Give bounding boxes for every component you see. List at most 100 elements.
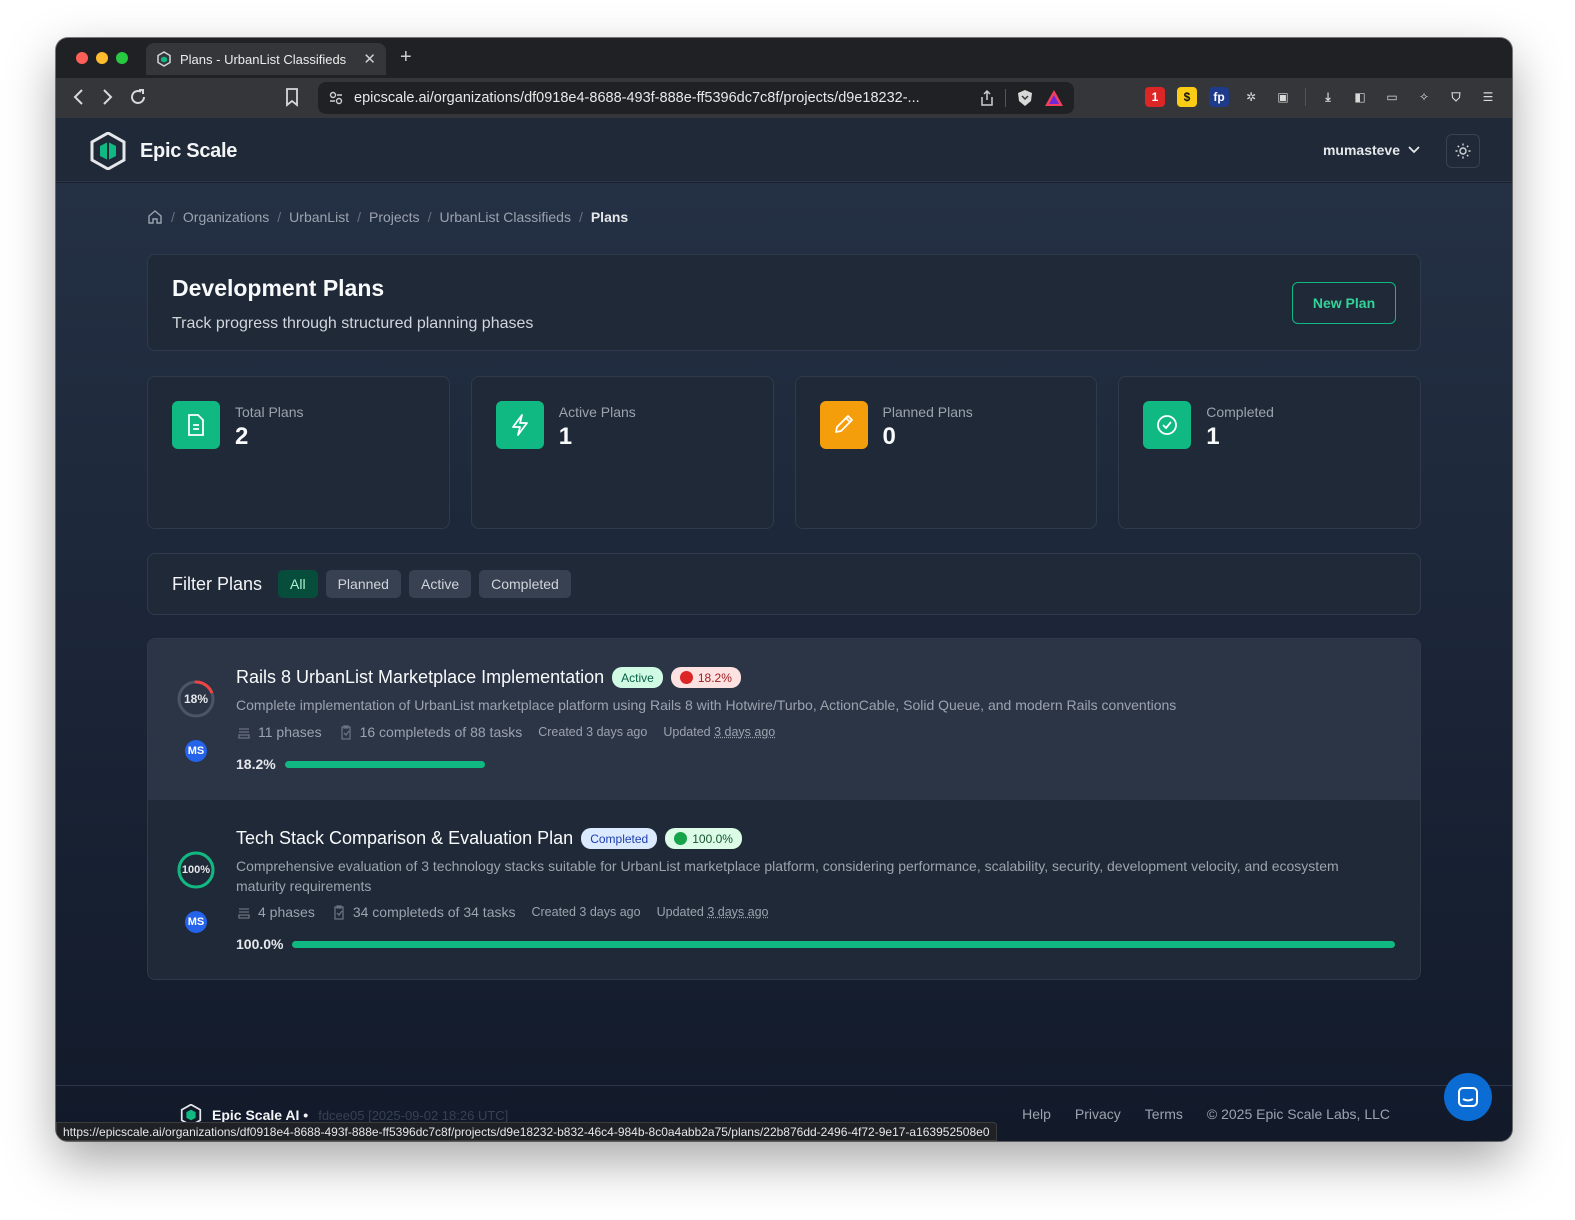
plan-title-row: Rails 8 UrbanList Marketplace Implementa… bbox=[236, 667, 741, 688]
stat-value: 0 bbox=[882, 423, 896, 450]
avatar: MS bbox=[185, 911, 207, 933]
filter-bar: Filter Plans All Planned Active Complete… bbox=[147, 553, 1421, 615]
footer-version: fdcee05 [2025-09-02 18:26 UTC] bbox=[318, 1107, 509, 1123]
share-icon[interactable] bbox=[979, 89, 995, 107]
updated-prefix: Updated bbox=[656, 905, 704, 919]
footer-terms-link[interactable]: Terms bbox=[1145, 1106, 1183, 1122]
chevron-down-icon bbox=[1408, 146, 1420, 154]
progress-ring-label: 18% bbox=[183, 692, 209, 706]
user-menu-button[interactable]: mumasteve bbox=[1323, 142, 1420, 158]
dollar-extension-icon[interactable]: $ bbox=[1177, 87, 1197, 107]
breadcrumb-urbanlist-classifieds[interactable]: UrbanList Classifieds bbox=[439, 209, 571, 225]
task-count: 34 completeds of 34 tasks bbox=[352, 904, 516, 920]
new-plan-button[interactable]: New Plan bbox=[1292, 282, 1396, 324]
chat-launcher-button[interactable] bbox=[1444, 1073, 1492, 1121]
status-badge: Completed bbox=[581, 828, 658, 849]
pencil-icon bbox=[819, 401, 868, 449]
close-tab-icon[interactable]: ✕ bbox=[363, 50, 376, 68]
theme-toggle-button[interactable] bbox=[1446, 134, 1480, 168]
maximize-window-button[interactable] bbox=[116, 52, 128, 64]
home-icon[interactable] bbox=[147, 209, 163, 225]
layers-icon bbox=[238, 728, 250, 739]
breadcrumb: / Organizations / UrbanList / Projects /… bbox=[147, 209, 628, 225]
progress-row: 18.2% bbox=[236, 756, 1388, 772]
download-icon[interactable]: ⤓ bbox=[1318, 87, 1338, 107]
stats-row: Total Plans 2 Active Plans 1 Planned Pla… bbox=[147, 376, 1421, 529]
green-dot-icon bbox=[674, 832, 688, 845]
page-subtitle: Track progress through structured planni… bbox=[172, 315, 534, 332]
site-settings-icon[interactable] bbox=[328, 90, 344, 106]
brand-logo-link[interactable]: Epic Scale bbox=[90, 132, 237, 170]
red-dot-icon bbox=[679, 671, 693, 684]
progress-ring-label: 100% bbox=[181, 864, 211, 876]
plan-meta: 11 phases 16 completeds of 88 tasks Crea… bbox=[236, 724, 775, 740]
progress-badge-label: 18.2% bbox=[697, 670, 732, 685]
progress-value: 100.0% bbox=[236, 936, 284, 952]
bookmark-icon[interactable] bbox=[284, 87, 300, 112]
app-header: Epic Scale mumasteve bbox=[56, 118, 1512, 182]
stat-label: Completed bbox=[1206, 404, 1274, 420]
updated-time: 3 days ago bbox=[707, 905, 769, 919]
progress-value: 18.2% bbox=[236, 756, 276, 772]
screenshot-extension-icon[interactable]: ▣ bbox=[1273, 87, 1293, 107]
progress-row: 100.0% bbox=[236, 936, 1396, 952]
wallet-icon[interactable]: ▭ bbox=[1382, 87, 1402, 107]
stat-total-plans: Total Plans 2 bbox=[147, 376, 450, 529]
breadcrumb-urbanlist[interactable]: UrbanList bbox=[289, 209, 349, 225]
window-controls bbox=[76, 52, 128, 64]
page-header-card: Development Plans Track progress through… bbox=[147, 254, 1421, 351]
minimize-window-button[interactable] bbox=[96, 52, 108, 64]
footer-help-link[interactable]: Help bbox=[1022, 1106, 1051, 1122]
plan-title-row: Tech Stack Comparison & Evaluation Plan … bbox=[236, 828, 742, 849]
sidebar-icon[interactable]: ◧ bbox=[1350, 87, 1370, 107]
reload-icon[interactable] bbox=[128, 87, 148, 112]
plans-list: 18% MS Rails 8 UrbanList Marketplace Imp… bbox=[147, 638, 1421, 980]
chat-icon bbox=[1458, 1087, 1478, 1107]
vpn-icon[interactable]: ⛉ bbox=[1446, 87, 1466, 107]
filter-completed[interactable]: Completed bbox=[479, 570, 571, 598]
breadcrumb-organizations[interactable]: Organizations bbox=[183, 209, 269, 225]
layers-icon bbox=[238, 908, 250, 919]
browser-toolbar: epicscale.ai/organizations/df0918e4-8688… bbox=[56, 78, 1512, 118]
progress-bar-fill bbox=[292, 940, 1396, 948]
forward-icon[interactable] bbox=[100, 87, 114, 112]
breadcrumb-projects[interactable]: Projects bbox=[369, 209, 420, 225]
brave-shield-icon[interactable] bbox=[1016, 89, 1034, 107]
plan-title[interactable]: Rails 8 UrbanList Marketplace Implementa… bbox=[236, 667, 604, 688]
tab-bar: Plans - UrbanList Classifieds ✕ + bbox=[56, 38, 1512, 78]
fp-extension-icon[interactable]: fp bbox=[1209, 87, 1229, 107]
brand-name: Epic Scale bbox=[140, 139, 238, 162]
todoist-extension-icon[interactable]: 1 bbox=[1145, 87, 1165, 107]
document-icon bbox=[172, 401, 220, 449]
progress-badge: 100.0% bbox=[665, 828, 742, 849]
progress-bar bbox=[284, 760, 1388, 768]
phase-count: 4 phases bbox=[258, 904, 315, 920]
leo-ai-icon[interactable]: ✧ bbox=[1414, 87, 1434, 107]
brave-rewards-icon[interactable] bbox=[1044, 89, 1064, 107]
plan-item[interactable]: 18% MS Rails 8 UrbanList Marketplace Imp… bbox=[148, 639, 1420, 800]
filter-planned[interactable]: Planned bbox=[325, 570, 401, 598]
close-window-button[interactable] bbox=[76, 52, 88, 64]
plan-title[interactable]: Tech Stack Comparison & Evaluation Plan bbox=[236, 828, 573, 849]
stat-active-plans: Active Plans 1 bbox=[470, 376, 774, 529]
back-icon[interactable] bbox=[72, 87, 86, 112]
footer-privacy-link[interactable]: Privacy bbox=[1075, 1106, 1121, 1122]
link-status-bar: https://epicscale.ai/organizations/df091… bbox=[56, 1122, 997, 1141]
progress-badge-label: 100.0% bbox=[692, 831, 733, 846]
filter-active[interactable]: Active bbox=[408, 570, 472, 598]
check-circle-icon bbox=[1143, 401, 1192, 449]
avatar: MS bbox=[185, 740, 207, 762]
address-bar[interactable]: epicscale.ai/organizations/df0918e4-8688… bbox=[318, 82, 1074, 114]
plan-meta: 4 phases 34 completeds of 34 tasks Creat… bbox=[236, 904, 769, 920]
browser-tab[interactable]: Plans - UrbanList Classifieds ✕ bbox=[146, 43, 386, 75]
stat-value: 2 bbox=[235, 423, 249, 450]
new-tab-button[interactable]: + bbox=[400, 46, 412, 69]
main-content: / Organizations / UrbanList / Projects /… bbox=[56, 183, 1512, 1141]
page-title: Development Plans bbox=[172, 275, 385, 301]
filter-all[interactable]: All bbox=[278, 570, 318, 598]
puzzle-extensions-icon[interactable]: ✲ bbox=[1241, 87, 1261, 107]
bolt-icon bbox=[495, 401, 544, 449]
menu-icon[interactable]: ☰ bbox=[1478, 87, 1498, 107]
plan-item[interactable]: 100% MS Tech Stack Comparison & Evaluati… bbox=[148, 800, 1420, 979]
stat-value: 1 bbox=[558, 423, 573, 450]
